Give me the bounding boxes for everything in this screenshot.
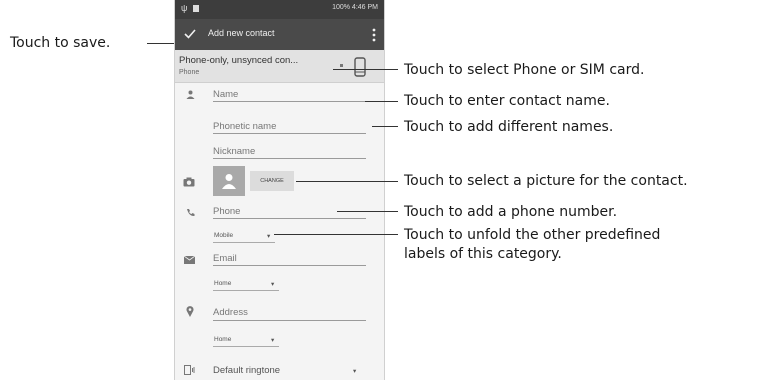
callout-unfold-line1: Touch to unfold the other predefined (404, 227, 661, 243)
account-selector[interactable]: Phone-only, unsynced con... Phone (175, 50, 384, 83)
phone-type-arrow-icon[interactable]: ▾ (267, 232, 270, 240)
person-icon (186, 90, 195, 99)
camera-icon (183, 177, 195, 187)
address-input[interactable]: Address (213, 307, 248, 318)
notification-icon (193, 5, 199, 12)
contact-photo-placeholder[interactable] (213, 166, 245, 196)
app-bar: Add new contact (175, 19, 384, 50)
ringtone-selector[interactable]: Default ringtone (213, 365, 280, 376)
check-icon[interactable] (184, 29, 196, 39)
phone-screen: ψ 100% 4:46 PM Add new contact Phone-onl… (174, 0, 385, 380)
address-type-underline (213, 346, 279, 347)
phone-type-underline (213, 242, 275, 243)
callout-name-line (365, 101, 398, 102)
email-underline (213, 265, 366, 266)
address-underline (213, 320, 366, 321)
callout-add-phone: Touch to add a phone number. (404, 204, 618, 220)
phone-underline (213, 218, 366, 219)
app-bar-title: Add new contact (208, 28, 275, 38)
email-type-dropdown[interactable]: Home (214, 280, 231, 287)
email-input[interactable]: Email (213, 253, 237, 264)
place-icon (186, 306, 194, 317)
account-name: Phone-only, unsynced con... (179, 55, 299, 66)
phonetic-name-input[interactable]: Phonetic name (213, 121, 276, 132)
callout-save-line (147, 43, 174, 44)
account-type: Phone (179, 69, 200, 76)
phone-icon (187, 209, 195, 217)
change-photo-button[interactable]: CHANGE (250, 171, 294, 191)
callout-unfold-line2: labels of this category. (404, 246, 562, 262)
address-type-arrow-icon[interactable]: ▾ (271, 336, 274, 344)
nickname-underline (213, 158, 366, 159)
callout-select-picture: Touch to select a picture for the contac… (404, 173, 688, 189)
name-underline (213, 101, 366, 102)
status-bar: ψ 100% 4:46 PM (175, 0, 384, 19)
dropdown-marker-icon (340, 64, 343, 67)
address-type-dropdown[interactable]: Home (214, 336, 231, 343)
phone-type-dropdown[interactable]: Mobile (214, 232, 233, 239)
callout-select-storage: Touch to select Phone or SIM card. (404, 62, 645, 78)
overflow-menu-icon[interactable] (372, 28, 376, 42)
status-right-text: 100% 4:46 PM (332, 4, 378, 11)
ringtone-icon (184, 365, 195, 375)
phone-device-icon[interactable] (354, 57, 366, 77)
usb-icon: ψ (181, 3, 188, 13)
callout-enter-name: Touch to enter contact name. (404, 93, 610, 109)
callout-phone-line (337, 211, 398, 212)
callout-save: Touch to save. (10, 35, 111, 51)
ringtone-arrow-icon[interactable]: ▾ (353, 367, 356, 375)
avatar-icon (222, 174, 236, 189)
phonetic-underline (213, 133, 366, 134)
callout-phonetic-line (372, 126, 398, 127)
email-icon (184, 256, 195, 264)
nickname-input[interactable]: Nickname (213, 146, 255, 157)
callout-different-names: Touch to add different names. (404, 119, 614, 135)
name-input[interactable]: Name (213, 89, 238, 100)
email-type-arrow-icon[interactable]: ▾ (271, 280, 274, 288)
phone-input[interactable]: Phone (213, 206, 240, 217)
email-type-underline (213, 290, 279, 291)
callout-picture-line (296, 181, 398, 182)
callout-unfold-line (274, 234, 398, 235)
callout-storage-line (333, 69, 398, 70)
